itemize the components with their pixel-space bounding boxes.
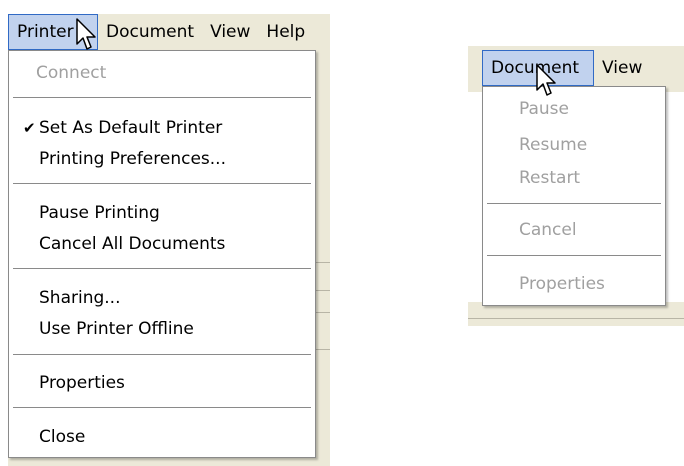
menu-separator (487, 255, 661, 256)
menu-item-use-printer-offline[interactable]: Use Printer Offline (9, 315, 315, 343)
menu-item-label: Set As Default Printer (39, 118, 223, 138)
menu-item-label: Sharing... (39, 288, 121, 308)
menu-separator (487, 203, 661, 204)
menu-view[interactable]: View (594, 50, 650, 86)
printer-dropdown-menu: Connect ✔ Set As Default Printer Printin… (8, 50, 316, 458)
menu-item-cancel[interactable]: Cancel (483, 216, 665, 244)
menu-help[interactable]: Help (258, 14, 313, 50)
menu-item-label: Cancel (519, 220, 577, 240)
menu-item-set-default-printer[interactable]: ✔ Set As Default Printer (9, 114, 315, 142)
menu-item-label: Printing Preferences... (39, 149, 226, 169)
menu-item-sharing[interactable]: Sharing... (9, 284, 315, 312)
menu-item-printing-preferences[interactable]: Printing Preferences... (9, 145, 315, 173)
menu-item-close[interactable]: Close (9, 423, 315, 451)
menu-document[interactable]: Document (98, 14, 202, 50)
right-menubar: Document View (482, 50, 684, 86)
menu-item-label: Pause Printing (39, 203, 160, 223)
menu-item-label: Close (39, 427, 86, 447)
menu-separator (13, 407, 311, 408)
menu-item-cancel-all-documents[interactable]: Cancel All Documents (9, 230, 315, 258)
menu-item-label: Cancel All Documents (39, 234, 226, 254)
checkmark-icon: ✔ (23, 119, 36, 137)
menu-view[interactable]: View (202, 14, 258, 50)
mouse-pointer-icon (76, 18, 96, 50)
menu-item-label: Properties (519, 274, 605, 294)
document-dropdown-menu: Pause Resume Restart Cancel Properties (482, 86, 666, 306)
menu-item-pause-printing[interactable]: Pause Printing (9, 199, 315, 227)
menu-separator (13, 354, 311, 355)
menu-item-label: Pause (519, 99, 569, 119)
right-background-line (468, 318, 684, 319)
menu-item-label: Properties (39, 373, 125, 393)
menu-item-restart[interactable]: Restart (483, 164, 665, 192)
menu-separator (13, 268, 311, 269)
menu-item-label: Restart (519, 168, 581, 188)
menu-item-connect[interactable]: Connect (9, 59, 315, 87)
menu-item-pause[interactable]: Pause (483, 95, 665, 123)
menu-item-label: Resume (519, 135, 588, 155)
menu-separator (13, 97, 311, 98)
mouse-pointer-icon (536, 64, 556, 96)
menu-item-properties[interactable]: Properties (9, 369, 315, 397)
menu-separator (13, 183, 311, 184)
left-menubar: Printer Document View Help (8, 14, 330, 50)
menu-item-label: Use Printer Offline (39, 319, 194, 339)
menu-item-label: Connect (36, 63, 107, 83)
menu-item-resume[interactable]: Resume (483, 131, 665, 159)
menu-item-properties[interactable]: Properties (483, 270, 665, 298)
